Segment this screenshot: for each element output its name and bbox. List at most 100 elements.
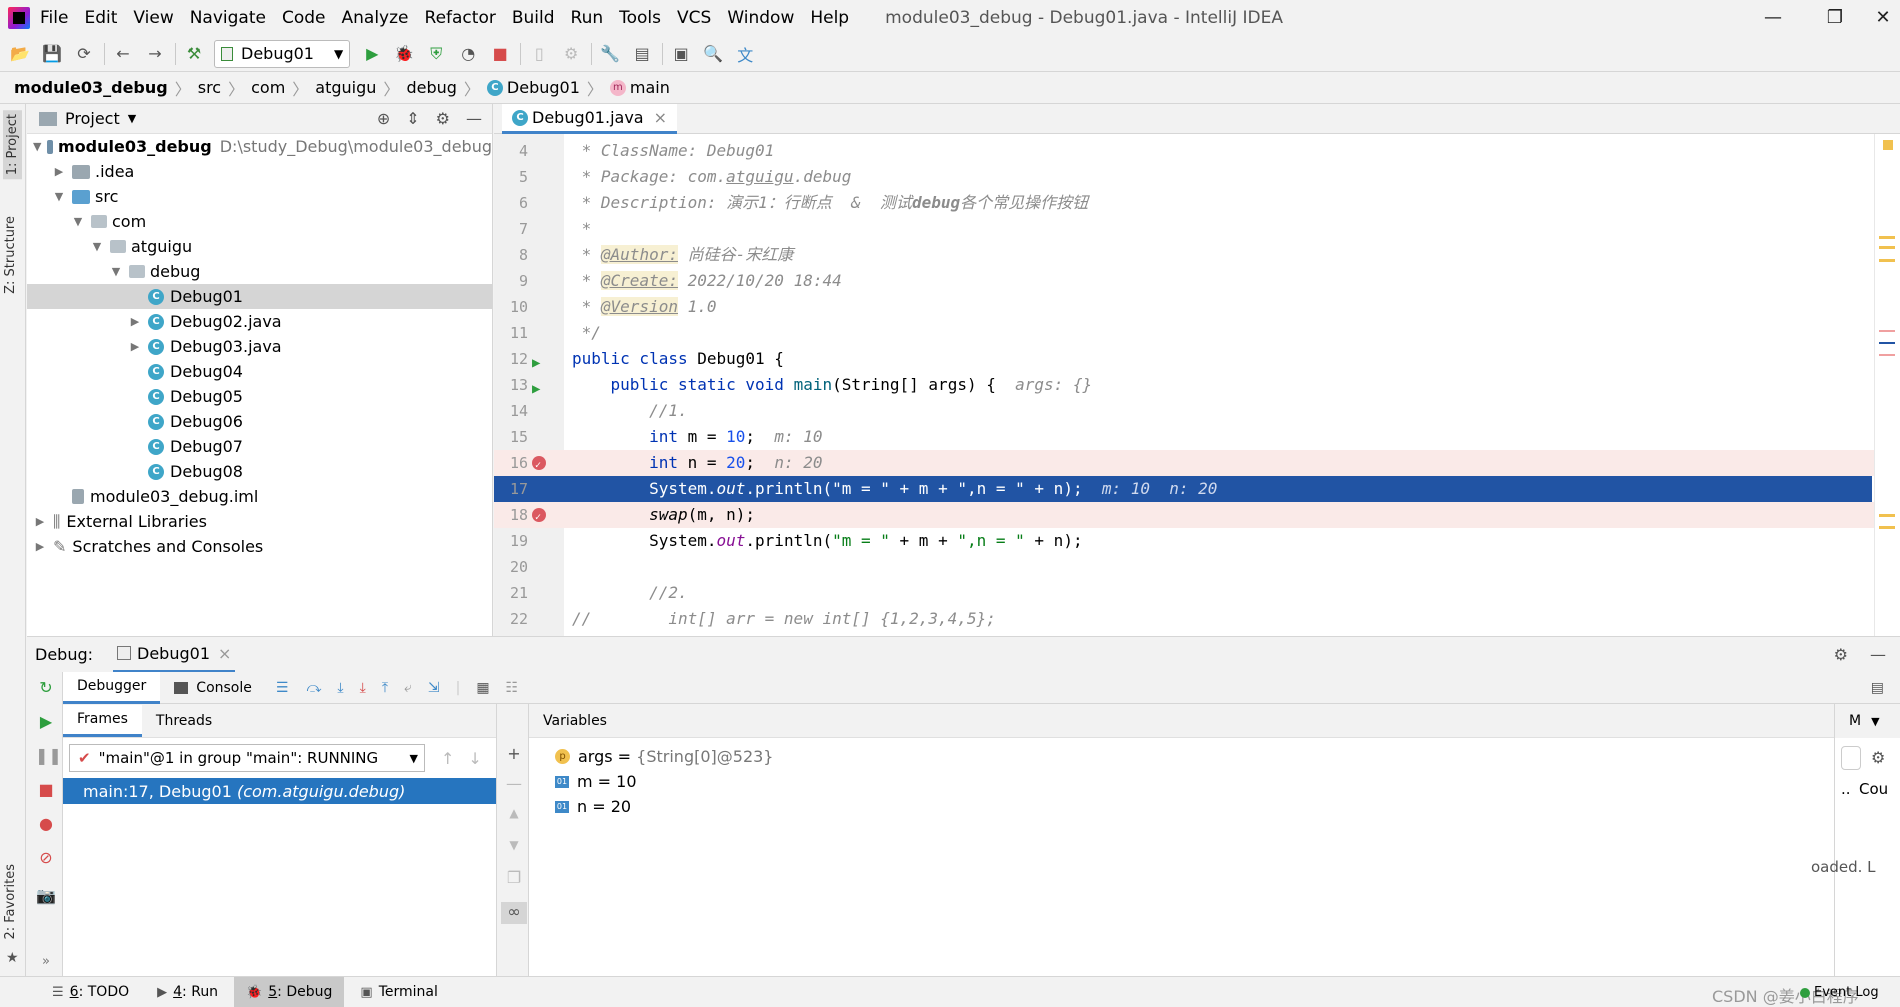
hide-icon[interactable]: — [1870, 645, 1886, 664]
remove-watch-icon[interactable]: — [503, 774, 525, 796]
tab-console[interactable]: Console [160, 672, 266, 704]
menu-help[interactable]: Help [810, 8, 849, 28]
translate-icon[interactable]: 文 [733, 42, 757, 66]
line-number[interactable]: 13 [494, 372, 528, 398]
tree-item[interactable]: C Debug01 [27, 284, 492, 309]
device-icon[interactable]: ▯ [527, 42, 551, 66]
drop-frame-icon[interactable]: ⤶ [404, 680, 412, 696]
run-config-select[interactable]: Debug01 ▼ [214, 39, 351, 68]
save-all-icon[interactable]: 💾 [40, 42, 64, 66]
line-number[interactable]: 5 [494, 164, 528, 190]
code-line[interactable]: 14 //1. [494, 398, 1900, 424]
thread-select[interactable]: ✔ "main"@1 in group "main": RUNNING ▼ [69, 744, 425, 772]
build-hammer-icon[interactable]: ⚒ [182, 42, 206, 66]
force-step-into-icon[interactable]: ⤓ [360, 680, 366, 696]
profile-icon[interactable]: ◔ [456, 42, 480, 66]
menu-code[interactable]: Code [282, 8, 326, 28]
line-number[interactable]: 22 [494, 606, 528, 632]
tab-debug01-java[interactable]: C Debug01.java × [502, 104, 677, 134]
breadcrumb-src[interactable]: src [198, 78, 221, 97]
menu-vcs[interactable]: VCS [677, 8, 711, 28]
code-line[interactable]: 15 int m = 10; m: 10 [494, 424, 1900, 450]
tab-threads[interactable]: Threads [142, 705, 226, 737]
tree-item[interactable]: ▼ com [27, 209, 492, 234]
status-tab[interactable]: 🐞 5: Debug [234, 976, 345, 1007]
code-line[interactable]: 21 //2. [494, 580, 1900, 606]
tree-item[interactable]: C Debug08 [27, 459, 492, 484]
layout-icon[interactable]: ▤ [1871, 680, 1884, 696]
current-execution-line[interactable]: 17 System.out.println("m = " + m + ",n =… [494, 476, 1872, 502]
tab-frames[interactable]: Frames [63, 704, 142, 737]
tree-item[interactable]: ▶ C Debug02.java [27, 309, 492, 334]
expanded-arrow-icon[interactable]: ▼ [109, 265, 123, 278]
line-number[interactable]: 14 [494, 398, 528, 424]
breakpoint-icon[interactable] [532, 453, 546, 479]
tree-item[interactable]: ▼ atguigu [27, 234, 492, 259]
run-icon[interactable]: ▶ [360, 42, 384, 66]
tree-item[interactable]: ▼ debug [27, 259, 492, 284]
breakpoint-line[interactable]: 18 swap(m, n); [494, 502, 1900, 531]
move-up-icon[interactable]: ▲ [503, 806, 525, 828]
breakpoint-icon[interactable] [532, 505, 546, 531]
menu-refactor[interactable]: Refactor [425, 8, 496, 28]
search-icon[interactable]: 🔍 [701, 42, 725, 66]
project-structure-icon[interactable]: ▤ [630, 42, 654, 66]
camera-icon[interactable]: 📷 [35, 886, 57, 908]
add-watch-icon[interactable]: + [503, 744, 525, 766]
debug-session-tab[interactable]: Debug01 × [113, 637, 236, 673]
forward-icon[interactable]: → [143, 42, 167, 66]
frame-down-icon[interactable]: ↓ [468, 749, 481, 768]
code-line[interactable]: 7 * [494, 216, 1900, 242]
line-number[interactable]: 8 [494, 242, 528, 268]
collapsed-arrow-icon[interactable]: ▶ [128, 340, 142, 353]
tree-item[interactable]: ▶ ✎ Scratches and Consoles [27, 534, 492, 559]
status-tab[interactable]: ☰ 6: TODO [40, 977, 141, 1007]
error-stripe[interactable] [1874, 134, 1900, 636]
favorites-tool-tab[interactable]: 2: Favorites [3, 864, 18, 940]
collapsed-arrow-icon[interactable]: ▶ [33, 540, 47, 553]
expanded-arrow-icon[interactable]: ▼ [33, 140, 41, 153]
breadcrumb-debug[interactable]: debug [406, 78, 456, 97]
menu-navigate[interactable]: Navigate [190, 8, 266, 28]
menu-run[interactable]: Run [571, 8, 604, 28]
pause-icon[interactable]: ❚❚ [35, 746, 62, 768]
menu-view[interactable]: View [133, 8, 173, 28]
sync-icon[interactable]: ⟳ [72, 42, 96, 66]
expanded-arrow-icon[interactable]: ▼ [90, 240, 104, 253]
variable-row[interactable]: 01 n = 20 [529, 794, 1834, 819]
line-number[interactable]: 17 [494, 476, 528, 502]
event-log-button[interactable]: Event Log [1800, 985, 1879, 1000]
clipped-input[interactable] [1841, 746, 1861, 770]
close-icon[interactable]: × [654, 108, 667, 127]
line-number[interactable]: 12 [494, 346, 528, 372]
tree-item[interactable]: module03_debug.iml [27, 484, 492, 509]
move-down-icon[interactable]: ▼ [503, 838, 525, 860]
expanded-arrow-icon[interactable]: ▼ [52, 190, 66, 203]
show-execution-point-icon[interactable]: ☰ [276, 680, 289, 696]
step-into-icon[interactable]: ⤓ [337, 680, 343, 696]
restore-button[interactable]: ❐ [1804, 0, 1866, 36]
wrench-icon[interactable]: 🔧 [598, 42, 622, 66]
menu-tools[interactable]: Tools [619, 8, 661, 28]
tree-item[interactable]: ▶ C Debug03.java [27, 334, 492, 359]
collapse-all-icon[interactable]: ⇕ [406, 109, 419, 128]
collapsed-arrow-icon[interactable]: ▶ [33, 515, 47, 528]
menu-build[interactable]: Build [512, 8, 555, 28]
menu-edit[interactable]: Edit [84, 8, 117, 28]
code-line[interactable]: 19 System.out.println("m = " + m + ",n =… [494, 528, 1900, 554]
frame-row[interactable]: main:17, Debug01 (com.atguigu.debug) [63, 778, 496, 804]
debug-bug-icon[interactable]: 🐞 [392, 42, 416, 66]
tree-item[interactable]: C Debug04 [27, 359, 492, 384]
close-icon[interactable]: × [218, 644, 231, 663]
code-line[interactable]: 9 * @Create: 2022/10/20 18:44 [494, 268, 1900, 294]
project-panel-title[interactable]: Project [65, 109, 120, 128]
line-number[interactable]: 18 [494, 502, 528, 528]
collapsed-arrow-icon[interactable]: ▶ [52, 165, 66, 178]
gear-icon[interactable]: ⚙ [436, 109, 450, 128]
coverage-icon[interactable]: ⛨ [424, 42, 448, 66]
breadcrumb-module[interactable]: module03_debug [14, 78, 168, 97]
tree-item[interactable]: C Debug07 [27, 434, 492, 459]
back-icon[interactable]: ← [111, 42, 135, 66]
code-line[interactable]: 22 // int[] arr = new int[] {1,2,3,4,5}; [494, 606, 1900, 632]
menu-window[interactable]: Window [727, 8, 794, 28]
